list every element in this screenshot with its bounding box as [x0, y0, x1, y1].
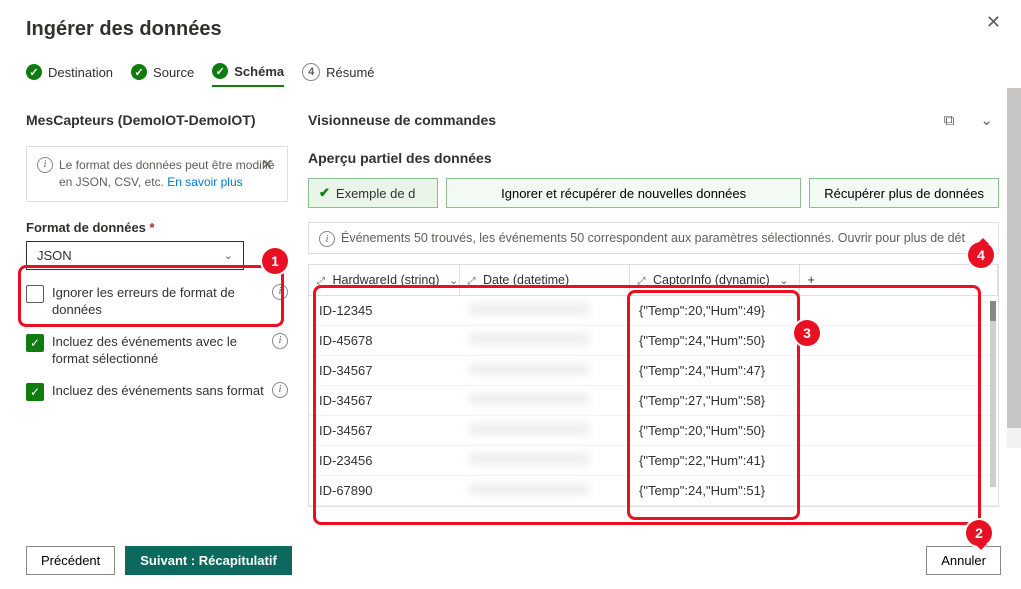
step-source[interactable]: ✓ Source [131, 64, 194, 86]
cell-hardwareid: ID-12345 [309, 296, 459, 326]
add-column-button[interactable]: + [799, 265, 998, 296]
column-hardwareid[interactable]: ⤢ HardwareId (string) ⌄ [309, 265, 459, 296]
expand-icon: ⤢ [317, 276, 325, 287]
cell-captorinfo: {"Temp":20,"Hum":49} [629, 296, 799, 326]
cell-captorinfo: {"Temp":22,"Hum":41} [629, 446, 799, 476]
cell-date [459, 326, 629, 356]
cell-date [459, 476, 629, 506]
ignore-errors-option[interactable]: Ignorer les erreurs de format de données… [26, 284, 288, 319]
table-row[interactable]: ID-23456 {"Temp":22,"Hum":41} [309, 446, 998, 476]
learn-more-link[interactable]: En savoir plus [167, 175, 242, 189]
wizard-footer: Précédent Suivant : Récapitulatif Annule… [26, 546, 1001, 575]
next-button[interactable]: Suivant : Récapitulatif [125, 546, 292, 575]
cell-hardwareid: ID-34567 [309, 356, 459, 386]
fetch-more-button[interactable]: Récupérer plus de données [809, 178, 999, 208]
table-target-heading: MesCapteurs (DemoIOT-DemoIOT) [26, 112, 288, 128]
format-notice: i ✕ Le format des données peut être modi… [26, 146, 288, 202]
page-title: Ingérer des données [26, 18, 1015, 41]
step-number-icon: 4 [302, 63, 320, 81]
cell-captorinfo: {"Temp":27,"Hum":58} [629, 386, 799, 416]
info-icon[interactable]: i [272, 333, 288, 349]
check-circle-icon: ✔ [319, 185, 330, 201]
preview-table: ⤢ HardwareId (string) ⌄ ⤢ Date (datetime… [308, 264, 999, 507]
cell-hardwareid: ID-23456 [309, 446, 459, 476]
table-row[interactable]: ID-12345 {"Temp":20,"Hum":49} [309, 296, 998, 326]
include-with-format-option[interactable]: ✓ Incluez des événements avec le format … [26, 333, 288, 368]
info-icon[interactable]: i [272, 284, 288, 300]
wizard-steps: ✓ Destination ✓ Source ✓ Schéma 4 Résumé [26, 63, 1015, 88]
annotation-callout-3: 3 [794, 320, 820, 346]
step-schema[interactable]: ✓ Schéma [212, 63, 284, 87]
ingest-panel: ✕ Ingérer des données ✓ Destination ✓ So… [0, 0, 1021, 589]
cell-date [459, 356, 629, 386]
cell-date [459, 416, 629, 446]
cancel-button[interactable]: Annuler [926, 546, 1001, 575]
cell-date [459, 296, 629, 326]
annotation-callout-4: 4 [968, 242, 994, 268]
cell-captorinfo: {"Temp":24,"Hum":50} [629, 326, 799, 356]
include-without-format-option[interactable]: ✓ Incluez des événements sans format i [26, 382, 288, 401]
table-row[interactable]: ID-34567 {"Temp":20,"Hum":50} [309, 416, 998, 446]
table-row[interactable]: ID-45678 {"Temp":24,"Hum":50} [309, 326, 998, 356]
example-data-chip[interactable]: ✔ Exemple de d [308, 178, 438, 208]
events-info-bar[interactable]: i Événements 50 trouvés, les événements … [308, 222, 999, 254]
check-icon: ✓ [26, 64, 42, 80]
chevron-down-icon: ⌄ [224, 249, 233, 262]
check-icon: ✓ [131, 64, 147, 80]
chevron-down-icon[interactable]: ⌄ [974, 110, 999, 130]
column-date[interactable]: ⤢ Date (datetime) [459, 265, 629, 296]
data-format-label: Format de données * [26, 220, 288, 235]
annotation-callout-1: 1 [262, 248, 288, 274]
chevron-down-icon: ⌄ [449, 275, 458, 287]
info-icon: i [319, 231, 335, 247]
info-icon: i [37, 157, 53, 173]
copy-icon[interactable]: ⧉ [938, 111, 961, 130]
column-captorinfo[interactable]: ⤢ CaptorInfo (dynamic) ⌄ [629, 265, 799, 296]
cell-hardwareid: ID-34567 [309, 416, 459, 446]
cell-date [459, 386, 629, 416]
expand-icon: ⤢ [468, 276, 476, 287]
checkbox-checked-icon: ✓ [26, 334, 44, 352]
cell-captorinfo: {"Temp":20,"Hum":50} [629, 416, 799, 446]
close-button[interactable]: ✕ [980, 12, 1007, 32]
left-column: MesCapteurs (DemoIOT-DemoIOT) i ✕ Le for… [26, 110, 288, 507]
data-format-select[interactable]: JSON ⌄ [26, 241, 244, 270]
annotation-callout-2: 2 [966, 520, 992, 546]
cell-hardwareid: ID-34567 [309, 386, 459, 416]
right-column: Visionneuse de commandes ⧉ ⌄ Aperçu part… [308, 110, 1015, 507]
cell-captorinfo: {"Temp":24,"Hum":47} [629, 356, 799, 386]
cell-date [459, 446, 629, 476]
ignore-fetch-new-button[interactable]: Ignorer et récupérer de nouvelles donnée… [446, 178, 801, 208]
table-row[interactable]: ID-67890 {"Temp":24,"Hum":51} [309, 476, 998, 506]
checkbox-unchecked-icon [26, 285, 44, 303]
preview-heading: Aperçu partiel des données [308, 150, 999, 166]
checkbox-checked-icon: ✓ [26, 383, 44, 401]
info-icon[interactable]: i [272, 382, 288, 398]
table-row[interactable]: ID-34567 {"Temp":24,"Hum":47} [309, 356, 998, 386]
step-summary[interactable]: 4 Résumé [302, 63, 374, 87]
cell-captorinfo: {"Temp":24,"Hum":51} [629, 476, 799, 506]
step-destination[interactable]: ✓ Destination [26, 64, 113, 86]
expand-icon: ⤢ [638, 276, 646, 287]
dismiss-notice-button[interactable]: ✕ [255, 155, 279, 174]
table-row[interactable]: ID-34567 {"Temp":27,"Hum":58} [309, 386, 998, 416]
panel-scrollbar[interactable] [1007, 88, 1021, 448]
table-scrollbar[interactable] [990, 301, 996, 487]
data-format-value: JSON [37, 248, 72, 263]
command-viewer-heading: Visionneuse de commandes [308, 112, 496, 128]
previous-button[interactable]: Précédent [26, 546, 115, 575]
cell-hardwareid: ID-45678 [309, 326, 459, 356]
cell-hardwareid: ID-67890 [309, 476, 459, 506]
check-icon: ✓ [212, 63, 228, 79]
chevron-down-icon: ⌄ [779, 275, 788, 287]
